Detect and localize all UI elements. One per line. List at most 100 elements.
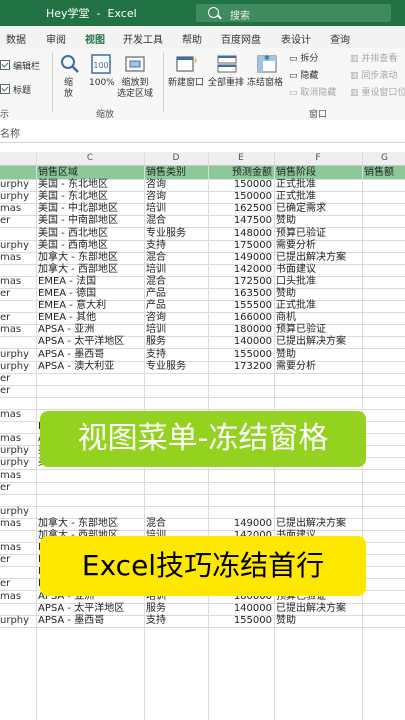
table-cell[interactable]: mas — [0, 517, 34, 530]
table-cell[interactable]: 175000 — [210, 239, 272, 252]
table-cell[interactable]: mas — [0, 541, 34, 554]
table-cell[interactable]: 已提出解决方案 — [276, 335, 360, 348]
table-cell[interactable]: 172500 — [210, 275, 272, 288]
table-cell[interactable]: APSA - 墨西哥 — [38, 348, 142, 361]
table-cell[interactable]: 140000 — [210, 335, 272, 348]
table-cell[interactable]: 美国 - 西南地区 — [38, 239, 142, 252]
table-cell[interactable]: urphy — [0, 190, 34, 203]
table-cell[interactable]: 书面建议 — [276, 263, 360, 276]
table-cell[interactable]: 正式批准 — [276, 178, 360, 191]
table-cell[interactable]: EMEA - 德国 — [38, 287, 142, 300]
table-cell[interactable]: 已提出解决方案 — [276, 251, 360, 264]
table-cell[interactable]: 培训 — [146, 263, 206, 276]
table-cell[interactable]: 180000 — [210, 323, 272, 336]
table-cell[interactable]: mas — [0, 275, 34, 288]
headings-checkbox[interactable]: 标题 — [0, 84, 31, 97]
table-cell[interactable]: APSA - 太平洋地区 — [38, 602, 142, 615]
table-cell[interactable]: 148000 — [210, 227, 272, 240]
table-cell[interactable]: 155000 — [210, 348, 272, 361]
table-cell[interactable]: er — [0, 577, 34, 590]
tab-query[interactable]: 查询 — [330, 31, 350, 46]
column-letter[interactable]: F — [276, 153, 360, 163]
table-cell[interactable]: 支持 — [146, 348, 206, 361]
table-cell[interactable]: urphy — [0, 505, 34, 518]
table-cell[interactable]: 149000 — [210, 517, 272, 530]
name-box[interactable]: 名称 — [0, 125, 20, 140]
table-cell[interactable]: mas — [0, 251, 34, 264]
table-cell[interactable]: 产品 — [146, 287, 206, 300]
header-cell[interactable]: 销售区域 — [38, 166, 142, 179]
table-cell[interactable]: er — [0, 311, 34, 324]
table-cell[interactable]: 支持 — [146, 239, 206, 252]
table-cell[interactable]: urphy — [0, 360, 34, 373]
table-cell[interactable]: 155000 — [210, 614, 272, 627]
tab-view[interactable]: 视图 — [85, 31, 105, 50]
table-cell[interactable]: er — [0, 481, 34, 494]
table-cell[interactable]: 服务 — [146, 335, 206, 348]
table-cell[interactable]: urphy — [0, 614, 34, 627]
table-cell[interactable]: APSA - 墨西哥 — [38, 614, 142, 627]
table-cell[interactable]: APSA - 澳大利亚 — [38, 360, 142, 373]
table-cell[interactable]: 美国 - 中北部地区 — [38, 202, 142, 215]
table-cell[interactable]: urphy — [0, 239, 34, 252]
table-cell[interactable]: urphy — [0, 348, 34, 361]
table-cell[interactable]: 专业服务 — [146, 360, 206, 373]
table-cell[interactable]: 147500 — [210, 214, 272, 227]
column-letter[interactable]: G — [364, 153, 405, 163]
header-cell[interactable]: 销售类别 — [146, 166, 206, 179]
table-cell[interactable]: EMEA - 意大利 — [38, 299, 142, 312]
sync-scroll-button[interactable]: ▥ 同步滚动 — [350, 71, 397, 82]
table-cell[interactable]: 赞助 — [276, 214, 360, 227]
tab-data[interactable]: 数据 — [6, 31, 26, 46]
table-cell[interactable]: 140000 — [210, 602, 272, 615]
table-cell[interactable]: 163500 — [210, 287, 272, 300]
table-cell[interactable]: 加拿大 - 东部地区 — [38, 517, 142, 530]
table-cell[interactable]: 咨询 — [146, 311, 206, 324]
table-cell[interactable]: mas — [0, 323, 34, 336]
table-cell[interactable]: 咨询 — [146, 190, 206, 203]
table-cell[interactable]: mas — [0, 408, 34, 421]
table-cell[interactable]: 美国 - 西北地区 — [38, 227, 142, 240]
split-button[interactable]: ▭ 拆分 — [289, 54, 318, 65]
table-cell[interactable]: 已确定需求 — [276, 202, 360, 215]
table-cell[interactable]: 加拿大 - 西部地区 — [38, 263, 142, 276]
table-cell[interactable]: 加拿大 - 东部地区 — [38, 251, 142, 264]
table-cell[interactable]: 美国 - 中南部地区 — [38, 214, 142, 227]
tab-baidu-netdisk[interactable]: 百度网盘 — [221, 31, 261, 46]
table-cell[interactable]: 173200 — [210, 360, 272, 373]
table-cell[interactable]: APSA - 亚洲 — [38, 323, 142, 336]
table-cell[interactable]: er — [0, 372, 34, 385]
table-cell[interactable]: 已提出解决方案 — [276, 517, 360, 530]
table-cell[interactable]: mas — [0, 202, 34, 215]
table-cell[interactable]: 142000 — [210, 263, 272, 276]
table-cell[interactable]: urphy — [0, 444, 34, 457]
table-cell[interactable]: urphy — [0, 456, 34, 469]
header-cell[interactable]: 销售阶段 — [276, 166, 360, 179]
table-cell[interactable]: 155500 — [210, 299, 272, 312]
table-cell[interactable]: mas — [0, 432, 34, 445]
tab-table-design[interactable]: 表设计 — [281, 31, 311, 46]
table-cell[interactable]: mas — [0, 590, 34, 603]
table-cell[interactable]: 150000 — [210, 190, 272, 203]
table-cell[interactable]: 美国 - 东北地区 — [38, 190, 142, 203]
table-cell[interactable]: 商机 — [276, 311, 360, 324]
table-cell[interactable]: er — [0, 384, 34, 397]
table-cell[interactable]: EMEA - 法国 — [38, 275, 142, 288]
table-cell[interactable]: 咨询 — [146, 178, 206, 191]
table-cell[interactable]: 混合 — [146, 275, 206, 288]
table-cell[interactable]: 赞助 — [276, 614, 360, 627]
tab-review[interactable]: 审阅 — [46, 31, 66, 46]
search-box[interactable]: 搜索 — [196, 4, 391, 22]
table-cell[interactable]: 支持 — [146, 614, 206, 627]
side-by-side-button[interactable]: ▥ 并排查看 — [350, 54, 397, 65]
table-cell[interactable]: 166000 — [210, 311, 272, 324]
table-cell[interactable]: urphy — [0, 178, 34, 191]
hide-button[interactable]: ▭ 隐藏 — [289, 71, 318, 82]
table-cell[interactable]: 赞助 — [276, 287, 360, 300]
table-cell[interactable]: 150000 — [210, 178, 272, 191]
table-cell[interactable]: 混合 — [146, 214, 206, 227]
table-cell[interactable]: er — [0, 553, 34, 566]
table-cell[interactable]: 正式批准 — [276, 299, 360, 312]
table-cell[interactable]: 服务 — [146, 602, 206, 615]
table-cell[interactable]: 149000 — [210, 251, 272, 264]
